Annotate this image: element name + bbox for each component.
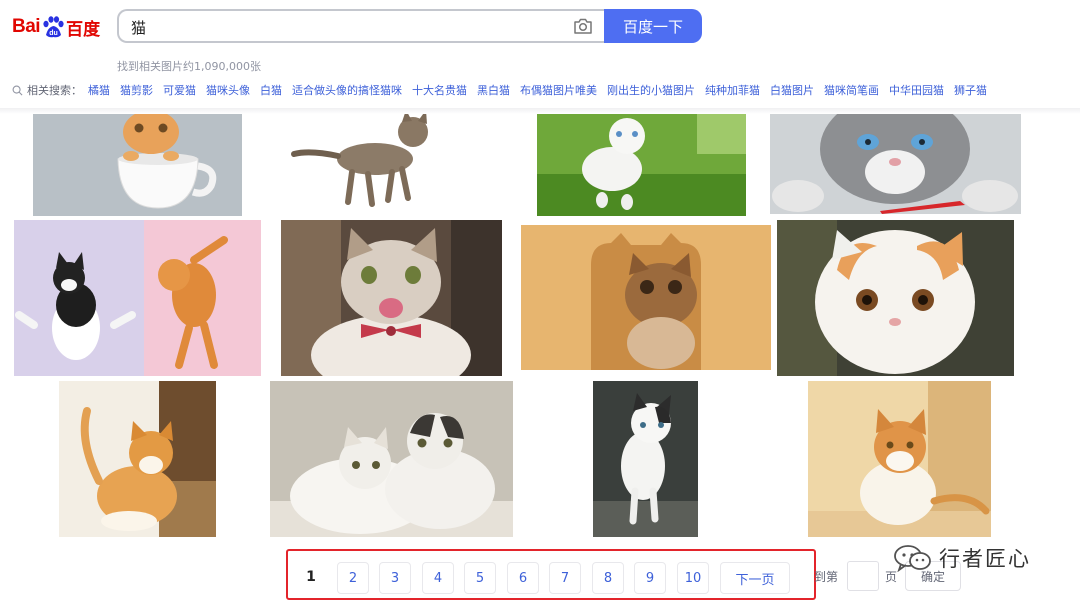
related-searches: 相关搜索： 橘猫 猫剪影 可爱猫 猫咪头像 白猫 适合做头像的搞怪猫咪 十大名贵… (12, 82, 997, 98)
grey-cat-blue-eyes-photo (770, 114, 1021, 214)
exotic-shorthair-photo (777, 220, 1014, 376)
related-link[interactable]: 猫剪影 (120, 82, 153, 98)
related-link[interactable]: 猫咪简笔画 (824, 82, 879, 98)
wechat-icon (894, 545, 931, 572)
page-link-5[interactable]: 5 (464, 562, 496, 594)
image-result-exotic-shorthair[interactable] (777, 220, 1014, 376)
page-link-9[interactable]: 9 (634, 562, 666, 594)
orange-white-cat-photo (808, 381, 991, 537)
image-result-orange-white-cat[interactable] (808, 381, 991, 537)
teacup-kitten-photo (33, 114, 242, 216)
logo-text-cn: 百度 (66, 19, 101, 40)
baidu-logo[interactable]: Bai du 百度 (12, 10, 104, 44)
logo-text-du: du (49, 30, 58, 37)
related-link[interactable]: 白猫图片 (770, 82, 814, 98)
next-page-button[interactable]: 下一页 (720, 562, 790, 594)
page-link-2[interactable]: 2 (337, 562, 369, 594)
page-link-8[interactable]: 8 (592, 562, 624, 594)
logo-text-bai: Bai (12, 16, 41, 37)
watermark-text: 行者匠心 (939, 547, 1031, 571)
image-result-white-kitten-grass[interactable] (537, 114, 746, 216)
related-link[interactable]: 狮子猫 (954, 82, 987, 98)
page-link-10[interactable]: 10 (677, 562, 709, 594)
goto-page-label: 到第 (814, 570, 839, 584)
image-result-yoga-kittens[interactable] (14, 220, 261, 376)
cat-in-box-photo (521, 225, 771, 370)
page-current: 1 (306, 569, 316, 585)
image-result-walking-kitten[interactable] (593, 381, 698, 537)
white-kitten-grass-photo (537, 114, 746, 216)
related-link[interactable]: 适合做头像的搞怪猫咪 (292, 82, 402, 98)
result-count: 找到相关图片约1,090,000张 (117, 60, 261, 73)
related-link[interactable]: 布偶猫图片唯美 (520, 82, 597, 98)
related-link[interactable]: 十大名贵猫 (412, 82, 467, 98)
image-result-teacup-kitten[interactable] (33, 114, 242, 216)
related-link[interactable]: 中华田园猫 (889, 82, 944, 98)
walking-kitten-photo (593, 381, 698, 537)
image-result-two-fluffy-cats[interactable] (270, 381, 513, 537)
related-link[interactable]: 黑白猫 (477, 82, 510, 98)
two-fluffy-cats-photo (270, 381, 513, 537)
related-link[interactable]: 纯种加菲猫 (705, 82, 760, 98)
page-link-7[interactable]: 7 (549, 562, 581, 594)
bowtie-cat-photo (281, 220, 502, 376)
watermark: 行者匠心 (893, 541, 1053, 575)
image-result-grey-cat-blue-eyes[interactable] (770, 114, 1021, 214)
page-link-3[interactable]: 3 (379, 562, 411, 594)
search-input[interactable] (131, 17, 551, 37)
related-link[interactable]: 可爱猫 (163, 82, 196, 98)
page-link-4[interactable]: 4 (422, 562, 454, 594)
image-result-bowtie-cat[interactable] (281, 220, 502, 376)
page-link-6[interactable]: 6 (507, 562, 539, 594)
related-link[interactable]: 猫咪头像 (206, 82, 250, 98)
related-link[interactable]: 白猫 (260, 82, 282, 98)
goto-page-input[interactable] (847, 561, 879, 591)
paw-icon: du (43, 16, 64, 38)
search-icon (12, 85, 23, 95)
image-result-munchkin-cat[interactable] (59, 381, 216, 537)
image-result-tabby-kitten[interactable] (290, 114, 450, 208)
search-button[interactable]: 百度一下 (604, 9, 702, 43)
tabby-kitten-photo (290, 114, 450, 208)
related-link[interactable]: 橘猫 (88, 82, 110, 98)
image-result-cat-in-box[interactable] (521, 225, 771, 370)
yoga-kittens-photo (14, 220, 261, 376)
camera-icon[interactable] (573, 17, 593, 35)
search-box (117, 9, 607, 43)
related-searches-label: 相关搜索： (27, 84, 82, 97)
related-link[interactable]: 刚出生的小猫图片 (607, 82, 695, 98)
munchkin-cat-photo (59, 381, 216, 537)
